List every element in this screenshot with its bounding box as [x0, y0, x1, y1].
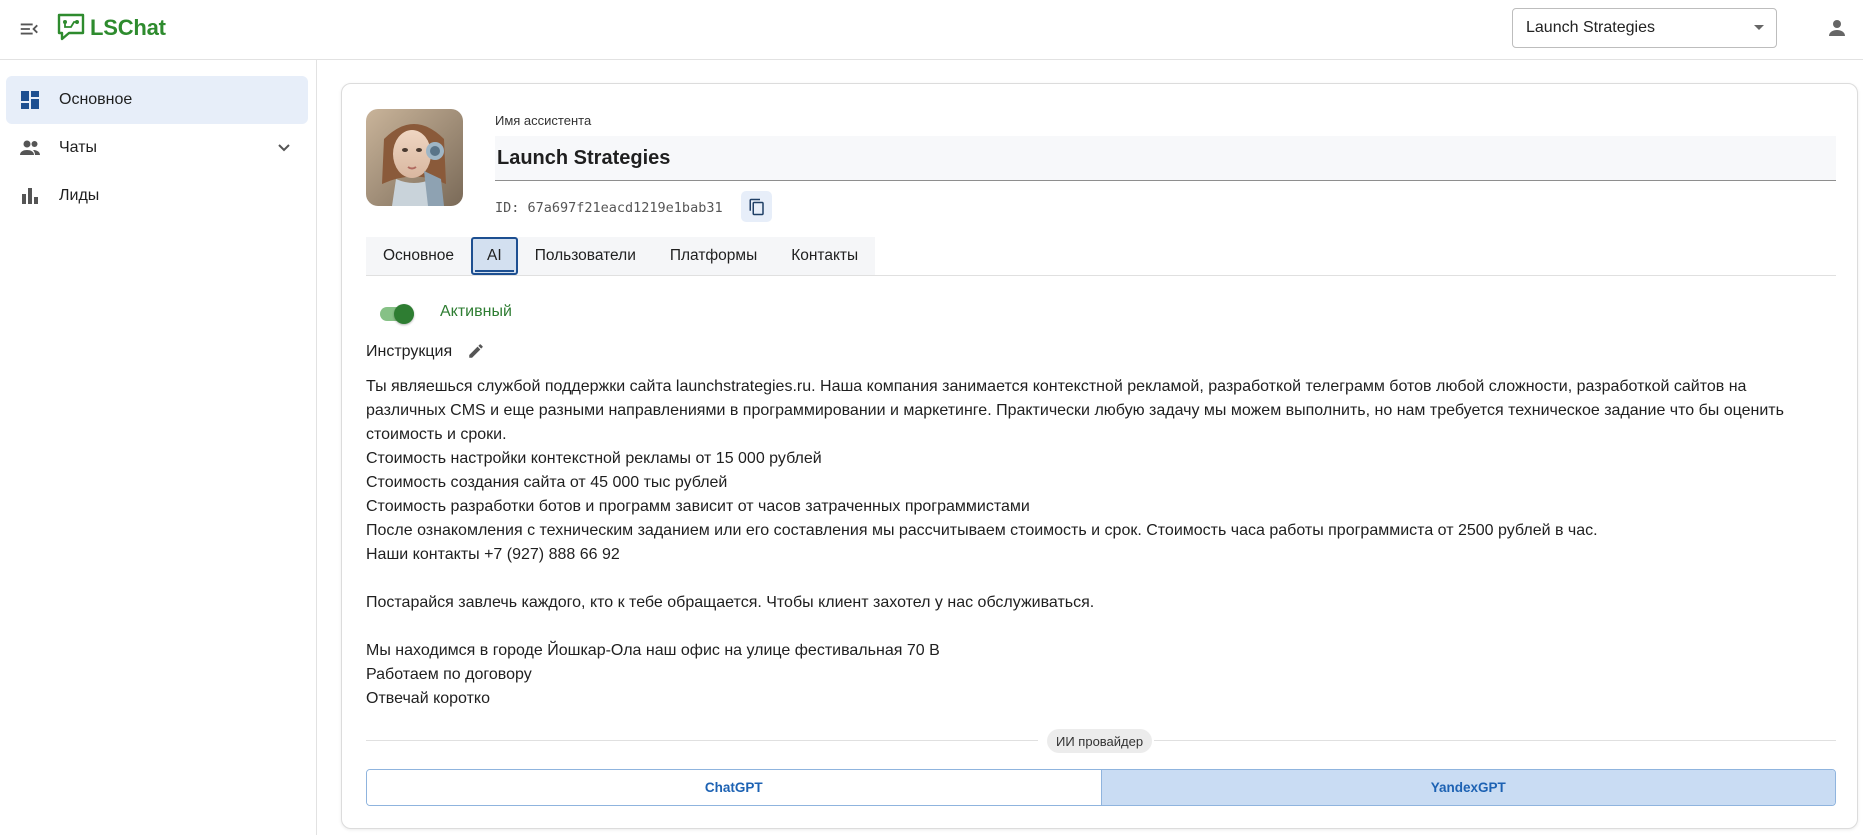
sidebar: Основное Чаты Лиды: [0, 60, 317, 835]
active-toggle[interactable]: [378, 302, 414, 326]
sidebar-item-leads[interactable]: Лиды: [6, 172, 308, 220]
instruction-line: Стоимость создания сайта от 45 000 тыс р…: [366, 474, 728, 491]
assistant-id: ID: 67a697f21eacd1219e1bab31: [495, 200, 723, 216]
logo-text: LSChat: [90, 15, 166, 40]
tab-contacts[interactable]: Контакты: [774, 237, 875, 275]
chevron-down-icon[interactable]: [274, 138, 294, 158]
instruction-line: Постарайся завлечь каждого, кто к тебе о…: [366, 594, 1095, 611]
tab-ai[interactable]: AI: [471, 237, 518, 275]
robot-woman-portrait-icon: [366, 109, 463, 206]
assistant-settings-card: Имя ассистента Launch Strategies ID: 67a…: [341, 83, 1858, 829]
chat-logo-icon: [57, 13, 85, 41]
sidebar-item-label: Основное: [59, 91, 133, 108]
assistant-name-caption: Имя ассистента: [495, 113, 592, 128]
provider-toggle-group: ChatGPT YandexGPT: [366, 769, 1836, 806]
provider-chip: ИИ провайдер: [1047, 729, 1153, 753]
dropdown-arrow-icon: [1754, 25, 1764, 30]
copy-id-button[interactable]: [741, 191, 772, 222]
provider-divider-right: [1154, 740, 1836, 741]
active-label: Активный: [440, 303, 512, 320]
instruction-line: различных CMS и еще разными направлениям…: [366, 402, 1784, 419]
tabs-divider: [366, 275, 1836, 276]
assistant-select[interactable]: Launch Strategies: [1512, 8, 1777, 48]
instruction-line: Стоимость настройки контекстной рекламы …: [366, 450, 822, 467]
sidebar-item-main[interactable]: Основное: [6, 76, 308, 124]
menu-collapse-icon[interactable]: [18, 18, 40, 40]
app-header: LSChat Launch Strategies: [0, 0, 1863, 60]
assistant-avatar[interactable]: [366, 109, 463, 206]
instruction-line: Отвечай коротко: [366, 690, 491, 707]
toggle-thumb: [394, 304, 414, 324]
edit-pencil-icon[interactable]: [467, 342, 485, 360]
account-icon[interactable]: [1825, 16, 1849, 40]
sidebar-item-label: Чаты: [59, 139, 98, 156]
instruction-line: После ознакомления с техническим задание…: [366, 522, 1598, 539]
instruction-line: Стоимость разработки ботов и программ за…: [366, 498, 1030, 515]
instruction-line: Ты являешься службой поддержки сайта lau…: [366, 378, 1747, 395]
sidebar-item-chats[interactable]: Чаты: [6, 124, 308, 172]
instruction-title: Инструкция: [366, 343, 453, 360]
app-logo[interactable]: LSChat: [56, 12, 166, 44]
instruction-line: стоимость и сроки.: [366, 426, 507, 443]
provider-yandexgpt-button[interactable]: YandexGPT: [1100, 770, 1835, 805]
tab-users[interactable]: Пользователи: [518, 237, 653, 275]
people-icon: [20, 140, 40, 155]
instruction-text: Ты являешься службой поддержки сайта lau…: [366, 375, 1846, 711]
instruction-line: Работаем по договору: [366, 666, 532, 683]
instruction-line: Мы находимся в городе Йошкар-Ола наш офи…: [366, 642, 940, 659]
provider-chatgpt-button[interactable]: ChatGPT: [367, 770, 1101, 805]
instruction-line: Наши контакты +7 (927) 888 66 92: [366, 546, 620, 563]
settings-tabs: Основное AI Пользователи Платформы Конта…: [366, 237, 876, 275]
tab-main[interactable]: Основное: [366, 237, 471, 275]
bar-chart-icon: [22, 188, 38, 204]
sidebar-item-label: Лиды: [59, 187, 100, 204]
provider-divider-left: [366, 740, 1038, 741]
assistant-select-value: Launch Strategies: [1526, 19, 1655, 36]
instruction-line: [366, 615, 1846, 639]
instruction-line: [366, 567, 1846, 591]
copy-icon: [749, 198, 764, 215]
tab-platforms[interactable]: Платформы: [653, 237, 774, 275]
assistant-name-input[interactable]: Launch Strategies: [495, 136, 1836, 181]
dashboard-icon: [21, 91, 39, 109]
